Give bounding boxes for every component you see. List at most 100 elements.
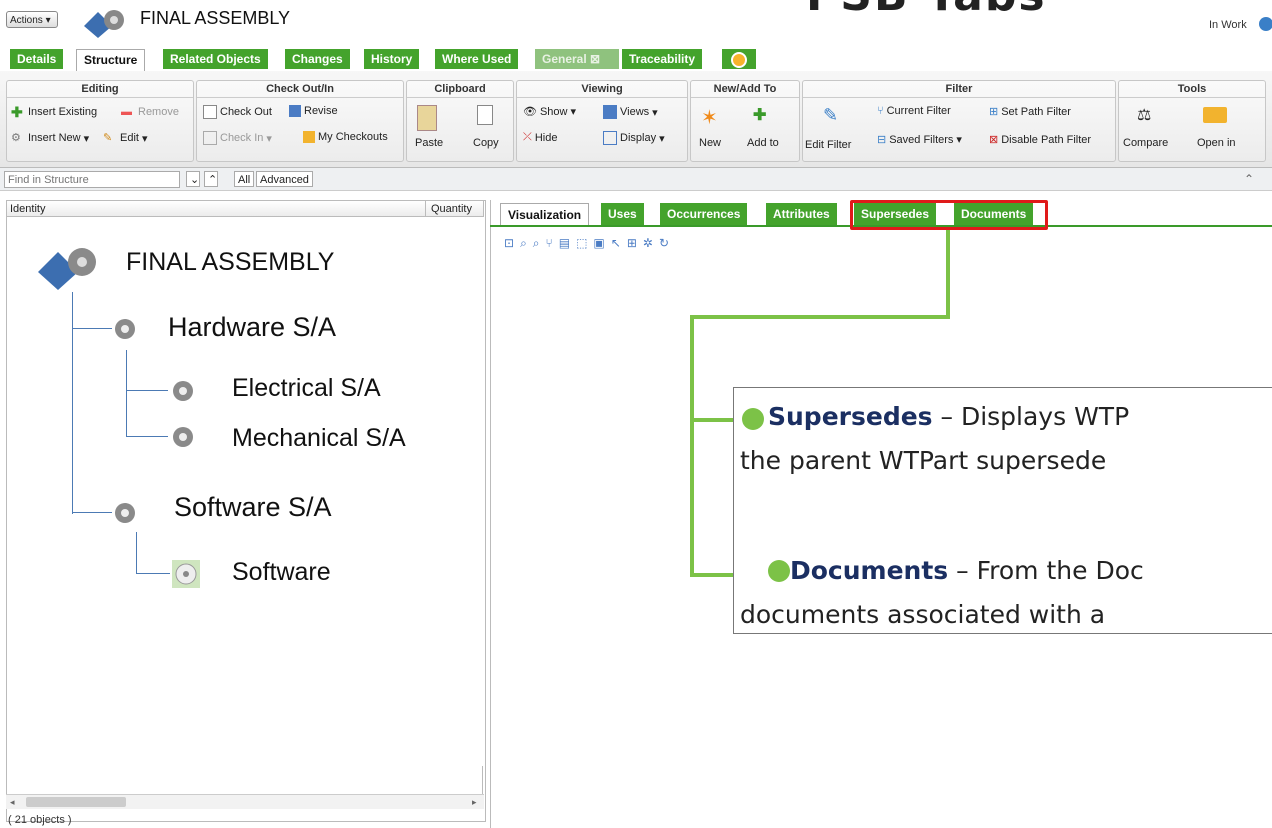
ribbon-group-editing: Editing ✚ Insert Existing ▬ Remove ⚙ Insert… [6, 80, 194, 162]
compare-button[interactable]: Compare [1123, 137, 1168, 149]
tree-node-electrical[interactable]: Electrical S/A [232, 374, 381, 403]
group-title-viewing: Viewing [517, 83, 687, 98]
tree-column-header: Identity Quantity [6, 200, 484, 217]
find-next-button[interactable]: ⌄ [186, 171, 200, 187]
tab-history[interactable]: History [364, 49, 422, 69]
view-icon[interactable]: ▣ [593, 236, 604, 251]
edit-filter-icon: ✎ [823, 105, 839, 125]
lifecycle-status: In Work [1209, 19, 1247, 31]
tab-uses[interactable]: Uses [601, 203, 646, 225]
zoom-box-icon[interactable]: ⌕ [533, 236, 540, 251]
callout-documents: Documents – From the Doc [790, 556, 1144, 585]
tree-node-software-sa[interactable]: Software S/A [174, 492, 332, 523]
tab-visualization[interactable]: Visualization [500, 203, 590, 225]
tab-changes[interactable]: Changes [285, 49, 352, 69]
select-all-icon[interactable]: ⊞ [627, 236, 637, 251]
insert-existing-button[interactable]: ✚ Insert Existing [11, 105, 97, 119]
layers-icon[interactable]: ▤ [559, 236, 570, 251]
edit-filter-button[interactable]: Edit Filter [805, 139, 851, 151]
saved-filters-icon: ⊟ [877, 134, 887, 146]
advanced-find-button[interactable]: Advanced [256, 171, 313, 187]
copy-icon [477, 105, 493, 125]
callout-supersedes: Supersedes – Displays WTP [768, 402, 1130, 431]
ribbon-group-newadd: New/Add To ✶ New ✚ Add to [690, 80, 800, 162]
tab-traceability[interactable]: Traceability [622, 49, 705, 69]
remove-button[interactable]: ▬ Remove [121, 105, 179, 119]
add-tab-button[interactable] [722, 49, 758, 69]
tree-connector [136, 532, 137, 574]
actions-menu-button[interactable]: Actions ▾ [6, 11, 58, 28]
tab-where-used[interactable]: Where Used [435, 49, 521, 69]
ribbon-group-clipboard: Clipboard Paste Copy [406, 80, 514, 162]
pointer-icon[interactable]: ↖ [611, 236, 621, 251]
add-to-button[interactable]: Add to [747, 137, 779, 149]
tree-node-final-assembly[interactable]: FINAL ASSEMBLY [126, 248, 334, 277]
gear-icon [115, 503, 135, 523]
revise-icon [289, 105, 301, 117]
path-filter-icon: ⊞ [989, 106, 999, 118]
tab-general[interactable]: General ⊠ [535, 49, 621, 69]
views-button[interactable]: Views ▾ [603, 105, 658, 119]
tab-related-objects[interactable]: Related Objects [163, 49, 270, 69]
insert-new-button[interactable]: ⚙ Insert New ▾ [11, 131, 89, 145]
zoom-fit-icon[interactable]: ⊡ [504, 236, 514, 251]
hierarchy-icon[interactable]: ⑂ [546, 236, 553, 251]
add-to-icon: ✚ [753, 107, 767, 124]
tree-node-mechanical[interactable]: Mechanical S/A [232, 424, 406, 453]
show-button[interactable]: 👁 Show ▾ [523, 105, 576, 119]
find-prev-button[interactable]: ⌃ [204, 171, 218, 187]
bullet-dot [742, 408, 764, 430]
slide-title: PSB Tabs [806, 0, 1047, 21]
copy-button[interactable]: Copy [473, 137, 499, 149]
assembly-icon [38, 248, 96, 290]
explode-icon[interactable]: ✲ [643, 236, 653, 251]
display-button[interactable]: Display ▾ [603, 131, 665, 145]
find-in-structure-input[interactable] [4, 171, 180, 188]
rotate-icon[interactable]: ↻ [659, 236, 669, 251]
scroll-left-icon[interactable]: ◂ [10, 797, 15, 808]
help-icon[interactable] [1259, 17, 1272, 31]
tree-connector [126, 350, 127, 436]
quantity-column-header[interactable]: Quantity [431, 203, 472, 215]
select-area-icon[interactable]: ⬚ [576, 236, 587, 251]
add-tab-icon [731, 52, 747, 68]
paste-button[interactable]: Paste [415, 137, 443, 149]
find-all-button[interactable]: All [234, 171, 255, 187]
tab-details[interactable]: Details [10, 49, 66, 69]
hide-icon: ⤫ [523, 131, 532, 143]
display-icon [603, 131, 617, 145]
revise-button[interactable]: Revise [289, 105, 338, 117]
set-path-filter-button[interactable]: ⊞ Set Path Filter [989, 105, 1071, 119]
edit-button[interactable]: ✎ Edit ▾ [103, 131, 148, 145]
tab-occurrences[interactable]: Occurrences [660, 203, 750, 225]
views-icon [603, 105, 617, 119]
identity-column-header[interactable]: Identity [10, 203, 45, 215]
compare-icon: ⚖ [1137, 107, 1152, 124]
hide-button[interactable]: ⤫ Hide [523, 131, 557, 144]
scroll-thumb[interactable] [26, 797, 126, 807]
my-checkouts-button[interactable]: My Checkouts [303, 131, 388, 143]
paste-icon [417, 105, 437, 131]
object-count: ( 21 objects ) [8, 814, 72, 826]
new-button[interactable]: New [699, 137, 721, 149]
tab-attributes[interactable]: Attributes [766, 203, 839, 225]
current-filter-button[interactable]: ⑂ Current Filter [877, 105, 951, 117]
tab-structure[interactable]: Structure [76, 49, 146, 71]
gear-icon [173, 427, 193, 447]
check-in-button[interactable]: Check In ▾ [203, 131, 272, 145]
callout-connector [690, 315, 694, 577]
horizontal-scrollbar[interactable]: ◂ ▸ [6, 794, 484, 809]
open-in-button[interactable]: Open in [1197, 137, 1236, 149]
tree-node-hardware[interactable]: Hardware S/A [168, 312, 336, 343]
tree-node-software[interactable]: Software [232, 558, 331, 587]
zoom-icon[interactable]: ⌕ [520, 236, 527, 251]
plus-icon: ✚ [11, 104, 23, 120]
chevron-down-icon: ⌄ [190, 174, 200, 186]
disable-path-filter-button[interactable]: ⊠ Disable Path Filter [989, 133, 1091, 147]
new-icon: ✶ [701, 107, 718, 129]
saved-filters-button[interactable]: ⊟ Saved Filters ▾ [877, 133, 962, 147]
scroll-right-icon[interactable]: ▸ [472, 797, 477, 808]
highlight-box [850, 200, 1048, 230]
collapse-icon[interactable]: ⌃ [1244, 172, 1254, 186]
check-out-button[interactable]: Check Out [203, 105, 272, 119]
